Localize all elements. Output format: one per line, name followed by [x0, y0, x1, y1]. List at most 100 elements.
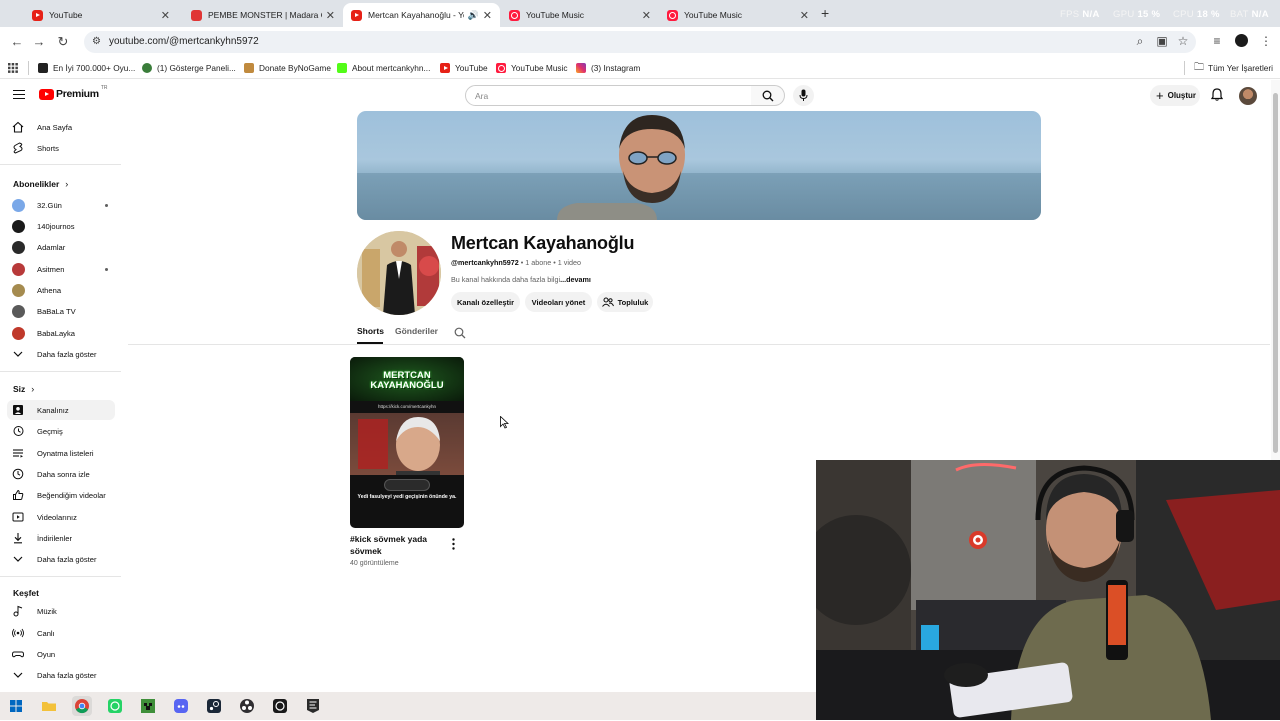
- channel-avatar[interactable]: [357, 231, 441, 315]
- close-icon[interactable]: ✕: [800, 9, 809, 22]
- tab-shorts[interactable]: Shorts: [357, 326, 384, 336]
- bookmark-item[interactable]: About mertcankyhn...: [337, 61, 430, 75]
- search-input[interactable]: [475, 91, 735, 101]
- back-icon[interactable]: ←: [8, 33, 26, 51]
- url-text[interactable]: youtube.com/@mertcankyhn5972: [109, 36, 259, 47]
- short-views: 40 görüntüleme: [350, 560, 399, 567]
- discord-icon[interactable]: [171, 696, 191, 716]
- subscription-item[interactable]: 32.Gün: [7, 195, 115, 215]
- browser-tab[interactable]: YouTube Music ✕: [501, 3, 659, 27]
- short-thumbnail[interactable]: MERTCAN KAYAHANOĞLU https://kick.com/mer…: [350, 357, 464, 528]
- tab-title: YouTube Music: [684, 10, 742, 20]
- chrome-icon[interactable]: [72, 696, 92, 716]
- subscription-item[interactable]: Asitmen: [7, 259, 115, 279]
- browser-tab[interactable]: PEMBE MONSTER | Madara Ol... ✕: [183, 3, 343, 27]
- subscription-item[interactable]: 140journos: [7, 216, 115, 236]
- zoom-icon[interactable]: ⌕: [1130, 31, 1150, 51]
- bookmark-item[interactable]: (1) Gösterge Paneli...: [142, 61, 236, 75]
- search-box[interactable]: [465, 85, 752, 106]
- account-avatar[interactable]: [1239, 87, 1257, 105]
- bookmark-star-icon[interactable]: ☆: [1173, 31, 1193, 51]
- channel-description[interactable]: Bu kanal hakkında daha fazla bilgi...dev…: [451, 275, 591, 284]
- browser-tab[interactable]: YouTube Music ✕: [659, 3, 817, 27]
- browser-tab-active[interactable]: Mertcan Kayahanoğlu - You 🔊 ✕: [343, 3, 500, 27]
- game-launcher-icon[interactable]: [270, 696, 290, 716]
- subscriptions-heading[interactable]: Abonelikler ›: [13, 179, 68, 189]
- sidebar-item-home[interactable]: Ana Sayfa: [7, 117, 115, 137]
- channel-avatar: [12, 240, 25, 254]
- browser-tab[interactable]: YouTube ✕: [24, 3, 178, 27]
- cast-icon[interactable]: ▣: [1152, 31, 1172, 51]
- sidebar-item-playlists[interactable]: Oynatma listeleri: [7, 443, 115, 463]
- sidebar-item-liked-videos[interactable]: Beğendiğim videolar: [7, 485, 115, 505]
- you-show-more[interactable]: Daha fazla göster: [7, 549, 115, 569]
- kick-icon: [337, 63, 347, 73]
- sidebar-item-live[interactable]: Canlı: [7, 623, 115, 643]
- bookmark-item[interactable]: (3) Instagram: [576, 61, 640, 75]
- more-link[interactable]: ...devamı: [560, 275, 591, 284]
- you-heading[interactable]: Siz ›: [13, 384, 34, 394]
- windows-start-icon[interactable]: [6, 696, 26, 716]
- subscription-item[interactable]: BabaLayka: [7, 323, 115, 343]
- speaker-icon[interactable]: 🔊: [468, 10, 479, 21]
- tab-posts[interactable]: Gönderiler: [395, 326, 438, 336]
- sidebar-item-your-channel[interactable]: Kanalınız: [7, 400, 115, 420]
- all-bookmarks-folder[interactable]: 🗀 Tüm Yer İşaretleri: [1194, 61, 1273, 75]
- hamburger-menu-icon[interactable]: [13, 90, 25, 100]
- explore-show-more[interactable]: Daha fazla göster: [7, 665, 115, 685]
- search-button[interactable]: [751, 85, 785, 106]
- file-explorer-icon[interactable]: [39, 696, 59, 716]
- youtube-premium-logo[interactable]: Premium TR: [39, 85, 108, 100]
- channel-avatar: [12, 304, 25, 318]
- sidebar-item-your-videos[interactable]: Videolarınız: [7, 507, 115, 527]
- subscription-item[interactable]: Adamlar: [7, 237, 115, 257]
- tab-divider: [128, 344, 1270, 345]
- site-info-icon[interactable]: ⚙: [92, 36, 103, 47]
- whatsapp-icon[interactable]: [105, 696, 125, 716]
- create-button[interactable]: + Oluştur: [1150, 85, 1200, 106]
- gaming-icon: [11, 648, 25, 660]
- fps-readout: FPS N/A: [1060, 9, 1100, 20]
- notifications-bell-icon[interactable]: [1210, 88, 1224, 106]
- youtube-music-icon: [496, 63, 506, 73]
- minecraft-icon[interactable]: [138, 696, 158, 716]
- epic-games-icon[interactable]: [303, 696, 323, 716]
- close-icon[interactable]: ✕: [642, 9, 651, 22]
- close-icon[interactable]: ✕: [483, 9, 492, 22]
- chevron-down-icon: [12, 553, 24, 565]
- bookmark-item[interactable]: Donate ByNoGame: [244, 61, 331, 75]
- forward-icon[interactable]: →: [30, 33, 48, 51]
- community-button[interactable]: Topluluk: [597, 292, 653, 312]
- sidebar-item-music[interactable]: Müzik: [7, 601, 115, 621]
- sidebar-item-shorts[interactable]: Shorts: [7, 138, 115, 158]
- channel-avatar: [12, 326, 25, 340]
- sidebar-item-gaming[interactable]: Oyun: [7, 644, 115, 664]
- more-options-icon[interactable]: [449, 537, 458, 551]
- channel-search-icon[interactable]: [454, 326, 466, 344]
- bookmark-item[interactable]: YouTube: [440, 61, 488, 75]
- customize-channel-button[interactable]: Kanalı özelleştir: [451, 292, 520, 312]
- apps-grid-icon[interactable]: [8, 61, 18, 75]
- bookmark-item[interactable]: YouTube Music: [496, 61, 568, 75]
- bookmark-item[interactable]: En İyi 700.000+ Oyu...: [38, 61, 135, 75]
- steam-icon[interactable]: [204, 696, 224, 716]
- obs-icon[interactable]: [237, 696, 257, 716]
- subscriptions-show-more[interactable]: Daha fazla göster: [7, 344, 115, 364]
- address-bar[interactable]: ⚙ youtube.com/@mertcankyhn5972: [84, 31, 1196, 53]
- voice-search-button[interactable]: [793, 85, 814, 106]
- sidebar-item-downloads[interactable]: İndirilenler: [7, 528, 115, 548]
- sidebar-item-watch-later[interactable]: Daha sonra izle: [7, 464, 115, 484]
- profile-avatar[interactable]: [1231, 31, 1251, 51]
- manage-videos-button[interactable]: Videoları yönet: [525, 292, 592, 312]
- menu-kebab-icon[interactable]: ⋮: [1256, 31, 1276, 51]
- sidebar-item-history[interactable]: Geçmiş: [7, 421, 115, 441]
- short-title[interactable]: #kick sövmek yada sövmek: [350, 534, 446, 557]
- scrollbar-thumb[interactable]: [1273, 93, 1278, 453]
- subscription-item[interactable]: Athena: [7, 280, 115, 300]
- media-control-icon[interactable]: ≡: [1207, 31, 1227, 51]
- subscription-item[interactable]: BaBaLa TV: [7, 301, 115, 321]
- reload-icon[interactable]: ↻: [54, 33, 72, 51]
- close-icon[interactable]: ✕: [326, 9, 335, 22]
- new-tab-icon[interactable]: +: [821, 5, 829, 21]
- close-icon[interactable]: ✕: [161, 9, 170, 22]
